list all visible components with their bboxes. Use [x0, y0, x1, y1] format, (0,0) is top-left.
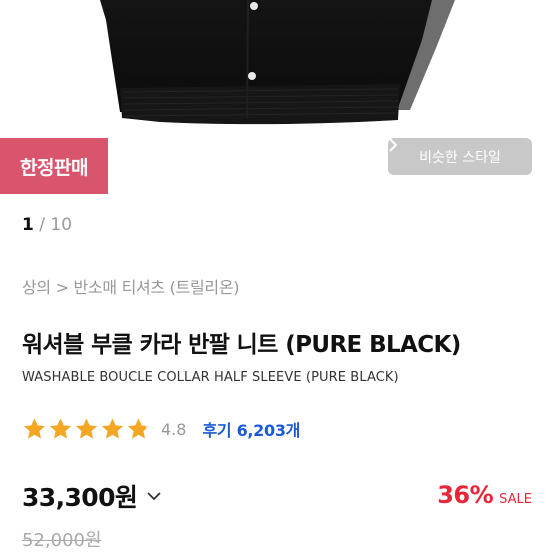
chevron-right-icon [389, 138, 398, 152]
price-row[interactable]: 33,300원 [22, 478, 163, 514]
pager-total: 10 [50, 215, 73, 235]
discount-info: 36% SALE [437, 481, 532, 509]
similar-style-label: 비슷한 스타일 [419, 149, 501, 166]
similar-style-button[interactable]: 비슷한 스타일 [388, 138, 532, 175]
reviews-link[interactable]: 후기 6,203개 [202, 417, 300, 441]
breadcrumb[interactable]: 상의 > 반소매 티셔츠 (트릴리온) [22, 274, 239, 298]
rating-row: 4.8 후기 6,203개 [22, 414, 300, 444]
star-icon [128, 418, 149, 438]
product-subtitle: WASHABLE BOUCLE COLLAR HALF SLEEVE (PURE… [22, 370, 399, 385]
product-image-gallery[interactable]: 한정판매 비슷한 스타일 [0, 0, 554, 208]
sale-label: SALE [499, 492, 532, 507]
discount-percent: 36% [437, 481, 494, 509]
star-icon [50, 418, 71, 438]
star-icon [102, 418, 123, 438]
star-icon [24, 418, 45, 438]
pager-separator: / [33, 215, 51, 235]
rating-value: 4.8 [161, 419, 187, 439]
pager-current: 1 [22, 215, 34, 235]
star-icon [76, 418, 97, 438]
product-title: 워셔블 부클 카라 반팔 니트 (PURE BLACK) [22, 332, 461, 358]
chevron-down-icon[interactable] [145, 487, 163, 505]
original-price: 52,000원 [22, 530, 102, 551]
rating-stars [22, 417, 151, 442]
limited-sale-badge: 한정판매 [0, 138, 108, 194]
sale-price: 33,300원 [22, 483, 138, 512]
image-pager: 1 / 10 [22, 215, 72, 235]
